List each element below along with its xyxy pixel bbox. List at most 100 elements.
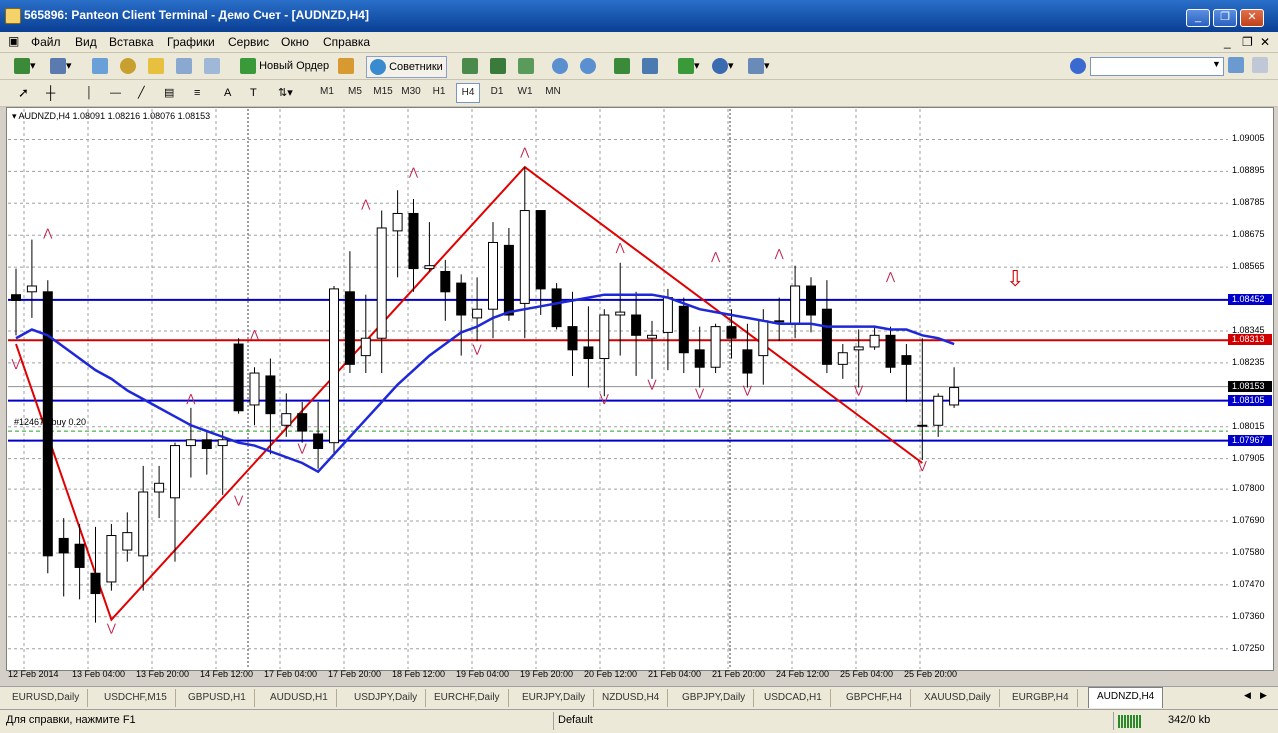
tab-gbpusd-h1[interactable]: GBPUSD,H1 (180, 689, 255, 707)
tab-scroll-left-icon[interactable]: ◀ (1244, 690, 1251, 701)
candle-body (58, 537, 69, 554)
tab-audnzd-h4[interactable]: AUDNZD,H4 (1088, 687, 1164, 708)
autoscroll-button[interactable] (614, 56, 630, 76)
maximize-button[interactable]: ❐ (1213, 9, 1237, 27)
bar-chart-button[interactable] (462, 56, 478, 76)
tab-eurusd-daily[interactable]: EURUSD,Daily (4, 689, 89, 707)
connection-icon (1118, 715, 1142, 728)
order-label[interactable]: #124674 buy 0.20 (14, 417, 86, 427)
tab-gbpchf-h4[interactable]: GBPCHF,H4 (838, 689, 912, 707)
horizontal-line-icon[interactable]: — (110, 83, 121, 103)
doc-icon[interactable]: ▣ (8, 34, 19, 48)
tab-scroll-right-icon[interactable]: ▶ (1260, 690, 1267, 701)
market-watch-button[interactable] (92, 56, 108, 76)
metaeditor-button[interactable] (338, 56, 354, 76)
tab-audusd-h1[interactable]: AUDUSD,H1 (262, 689, 337, 707)
candle-body (360, 337, 371, 357)
timeframe-m1[interactable]: M1 (316, 83, 338, 101)
tab-eurjpy-daily[interactable]: EURJPY,Daily (514, 689, 595, 707)
menu-insert[interactable]: Вставка (109, 35, 154, 49)
standard-toolbar: ▾ ▾ Новый Ордер Советники ▾ ▾ ▾ (0, 53, 1278, 80)
menu-help[interactable]: Справка (323, 35, 370, 49)
close-button[interactable]: ✕ (1240, 9, 1264, 27)
timeframe-d1[interactable]: D1 (486, 83, 508, 101)
tab-usdchf-m15[interactable]: USDCHF,M15 (96, 689, 176, 707)
tab-eurchf-daily[interactable]: EURCHF,Daily (426, 689, 509, 707)
tab-usdcad-h1[interactable]: USDCAD,H1 (756, 689, 831, 707)
text-label-icon[interactable]: T (250, 83, 257, 103)
mdi-restore-button[interactable]: ❐ (1242, 35, 1253, 49)
settings-gear-icon[interactable] (1070, 56, 1086, 76)
new-order-label: Новый Ордер (259, 60, 330, 72)
title-bar: 565896: Panteon Client Terminal - Демо С… (0, 0, 1278, 32)
chart-plot[interactable]: ⋀ ⋀ ⋀ ⋀ ⋀ ⋀ ⋀ ⋀ ⋀ ⋀ ⋁ ⋁ ⋁ ⋁ ⋁ ⋁ ⋁ ⋁ ⋁ ⋁ ⋁ (8, 109, 1228, 669)
minimize-button[interactable]: _ (1186, 9, 1210, 27)
arrows-icon[interactable]: ⇅▾ (278, 83, 293, 103)
terminal-button[interactable] (176, 56, 192, 76)
menu-file[interactable]: Файл (31, 35, 61, 49)
time-label: 25 Feb 04:00 (840, 669, 894, 679)
navigator-button[interactable] (120, 56, 136, 76)
fractal-down-icon: ⋁ (106, 621, 117, 634)
zoom-out-button[interactable] (580, 56, 596, 76)
fractal-up-icon: ⋀ (519, 145, 530, 158)
cursor-icon[interactable]: ➚ (18, 83, 29, 103)
candle-body (392, 212, 403, 232)
tab-nzdusd-h4[interactable]: NZDUSD,H4 (594, 689, 669, 707)
mdi-minimize-button[interactable]: _ (1224, 35, 1231, 49)
candle-body (901, 355, 912, 365)
menu-view[interactable]: Вид (75, 35, 97, 49)
search-input[interactable] (1090, 57, 1224, 76)
timeframe-w1[interactable]: W1 (514, 83, 536, 101)
time-label: 21 Feb 04:00 (648, 669, 702, 679)
time-label: 21 Feb 20:00 (712, 669, 766, 679)
timeframe-m5[interactable]: M5 (344, 83, 366, 101)
chart-tabs: EURUSD,Daily USDCHF,M15 GBPUSD,H1 AUDUSD,H1… (0, 686, 1278, 709)
candle-body (678, 305, 689, 354)
fibonacci-icon[interactable]: ≡ (194, 83, 200, 103)
trendline-icon[interactable]: ╱ (138, 83, 145, 103)
candle-body (599, 314, 610, 360)
candle-body (106, 535, 117, 583)
indicators-button[interactable]: ▾ (678, 56, 700, 76)
candle-body (74, 543, 85, 568)
timeframe-m15[interactable]: M15 (372, 83, 394, 101)
tab-eurgbp-h4[interactable]: EURGBP,H4 (1004, 689, 1078, 707)
text-icon[interactable]: A (224, 83, 231, 103)
channel-icon[interactable]: ▤ (164, 83, 174, 103)
templates-button[interactable]: ▾ (748, 56, 770, 76)
timeframe-m30[interactable]: M30 (400, 83, 422, 101)
status-bar: Для справки, нажмите F1 Default 342/0 kb (0, 709, 1278, 733)
profiles-button[interactable]: ▾ (50, 56, 72, 76)
search-dropdown-icon[interactable]: ▼ (1212, 59, 1221, 69)
new-order-button[interactable]: Новый Ордер (238, 56, 329, 76)
traffic-counter: 342/0 kb (1168, 714, 1211, 726)
timeframe-h4[interactable]: H4 (456, 83, 480, 103)
timeframe-mn[interactable]: MN (542, 83, 564, 101)
menu-charts[interactable]: Графики (167, 35, 215, 49)
time-label: 12 Feb 2014 (8, 669, 59, 679)
experts-button[interactable]: Советники (366, 56, 447, 78)
tab-gbpjpy-daily[interactable]: GBPJPY,Daily (674, 689, 755, 707)
new-chart-button[interactable]: ▾ (14, 56, 36, 76)
candles-button[interactable] (490, 56, 506, 76)
tester-button[interactable] (204, 56, 220, 76)
timeframe-h1[interactable]: H1 (428, 83, 450, 101)
menu-window[interactable]: Окно (281, 35, 309, 49)
periods-button[interactable]: ▾ (712, 56, 734, 76)
chat-icon[interactable] (1252, 57, 1268, 73)
search-icon[interactable] (1228, 57, 1244, 73)
zoom-in-button[interactable] (552, 56, 568, 76)
line-chart-button[interactable] (518, 56, 534, 76)
tab-xauusd-daily[interactable]: XAUUSD,Daily (916, 689, 1000, 707)
fractal-down-icon: ⋁ (599, 392, 610, 405)
price-scale[interactable]: 1.09005 1.08895 1.08785 1.08675 1.08565 1.083… (1228, 109, 1272, 669)
chart-shift-button[interactable] (642, 56, 658, 76)
crosshair-icon[interactable]: ┼ (46, 83, 55, 103)
mdi-close-button[interactable]: ✕ (1260, 35, 1270, 49)
favorites-button[interactable] (148, 56, 164, 76)
menu-tools[interactable]: Сервис (228, 35, 269, 49)
tab-usdjpy-daily[interactable]: USDJPY,Daily (346, 689, 427, 707)
price-tick-label: 1.07250 (1232, 642, 1265, 653)
vertical-line-icon[interactable]: │ (86, 83, 93, 103)
